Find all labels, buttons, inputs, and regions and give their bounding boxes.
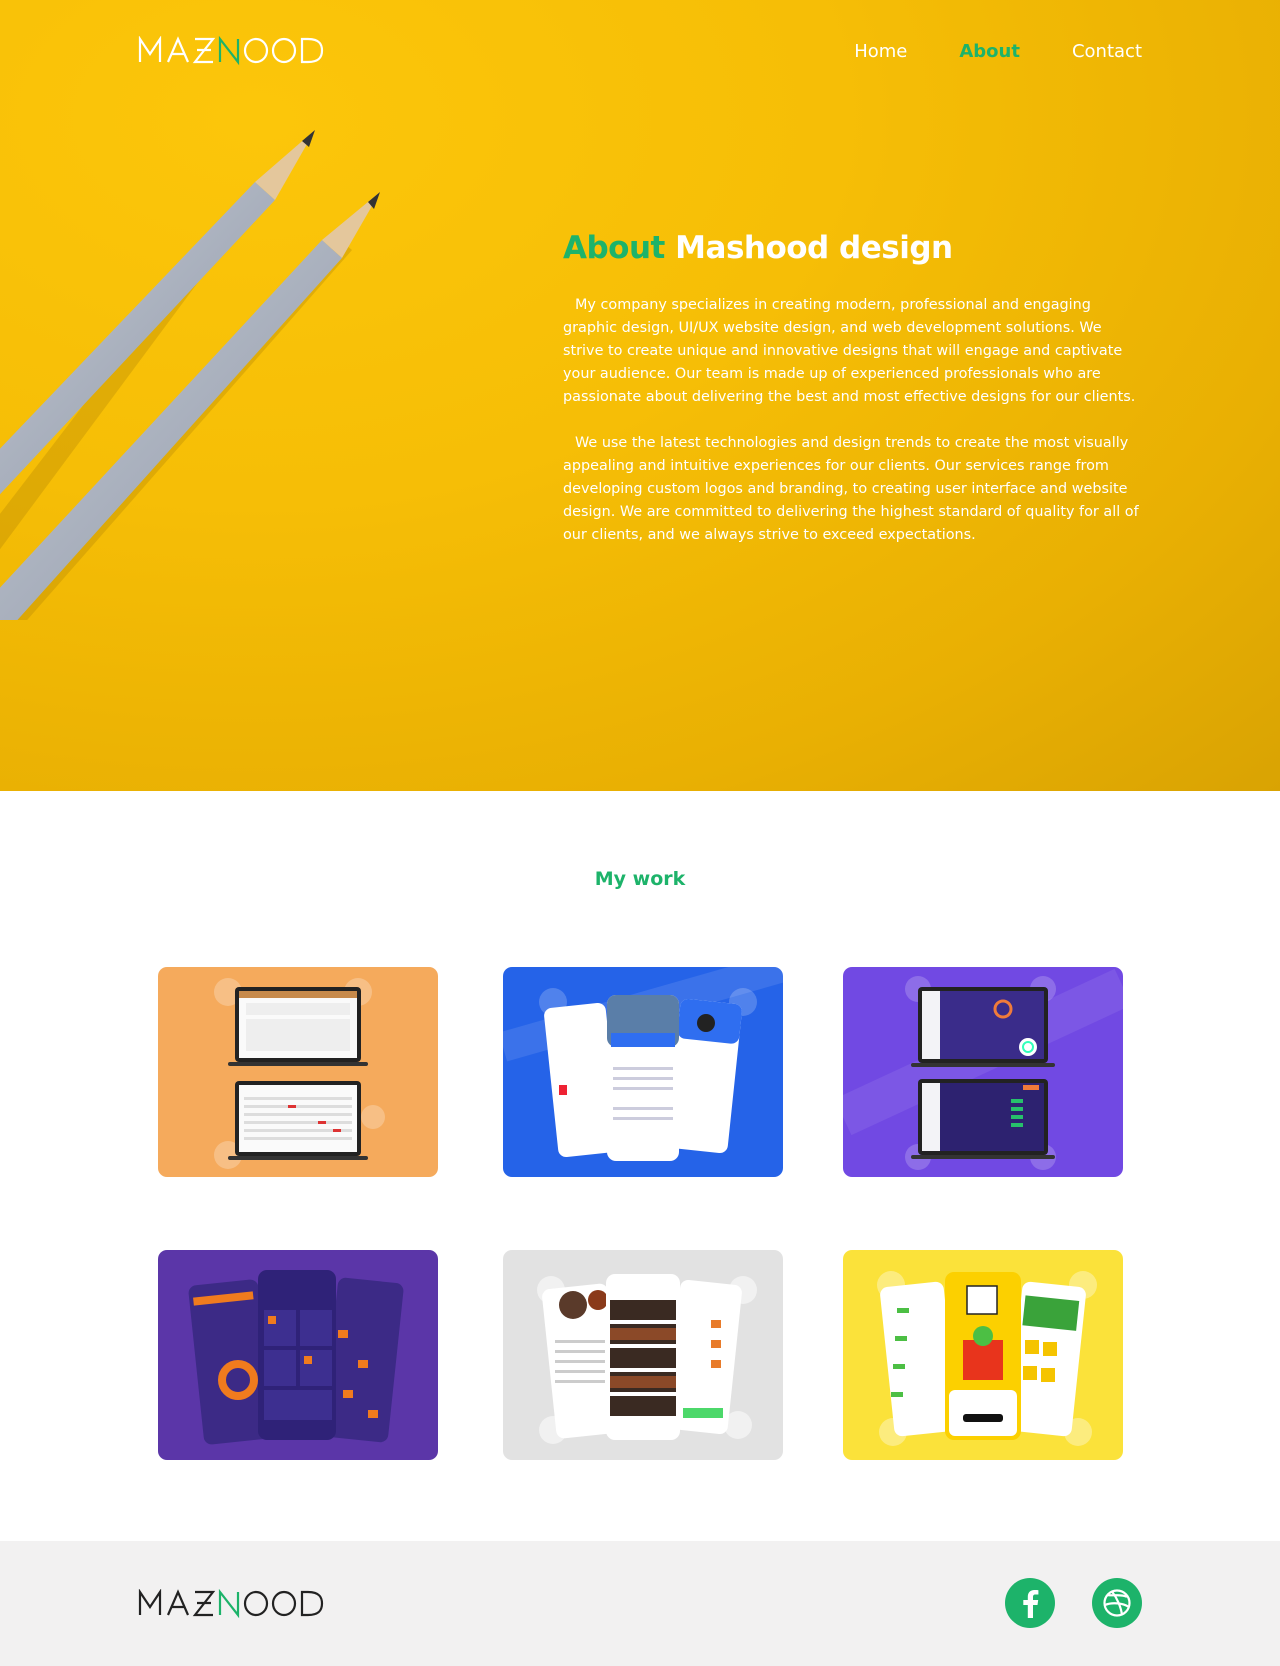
work-card-1[interactable] xyxy=(158,967,438,1177)
site-logo[interactable] xyxy=(138,36,328,66)
about-block: About Mashood design My company speciali… xyxy=(563,230,1146,570)
project-preview-image xyxy=(843,968,1123,1170)
pencils-image xyxy=(0,130,380,620)
about-paragraph-1: My company specializes in creating moder… xyxy=(563,297,1136,405)
dribbble-icon xyxy=(1103,1589,1131,1617)
hero-section: Home About Contact About Mashood design … xyxy=(0,0,1280,791)
footer-logo[interactable] xyxy=(138,1589,328,1619)
work-card-3[interactable] xyxy=(843,967,1123,1177)
project-preview-image xyxy=(503,967,783,1161)
nav-contact[interactable]: Contact xyxy=(1072,41,1142,62)
work-card-6[interactable] xyxy=(843,1250,1123,1460)
main-nav: Home About Contact xyxy=(854,41,1142,62)
about-title-accent: About xyxy=(563,230,665,266)
about-paragraph-2: We use the latest technologies and desig… xyxy=(563,435,1139,543)
work-card-4[interactable] xyxy=(158,1250,438,1460)
nav-about[interactable]: About xyxy=(959,41,1020,62)
about-title: About Mashood design xyxy=(563,230,1146,266)
project-preview-image xyxy=(214,978,385,1169)
facebook-icon xyxy=(1023,1590,1039,1618)
project-preview-image xyxy=(877,1271,1097,1446)
site-footer xyxy=(0,1541,1280,1666)
work-card-5[interactable] xyxy=(503,1250,783,1460)
work-card-2[interactable] xyxy=(503,967,783,1177)
nav-home[interactable]: Home xyxy=(854,41,907,62)
project-preview-image xyxy=(537,1274,757,1444)
about-title-rest: Mashood design xyxy=(675,230,953,266)
facebook-link[interactable] xyxy=(1005,1578,1055,1628)
project-preview-image xyxy=(188,1270,404,1445)
my-work-title: My work xyxy=(594,868,686,890)
dribbble-link[interactable] xyxy=(1092,1578,1142,1628)
